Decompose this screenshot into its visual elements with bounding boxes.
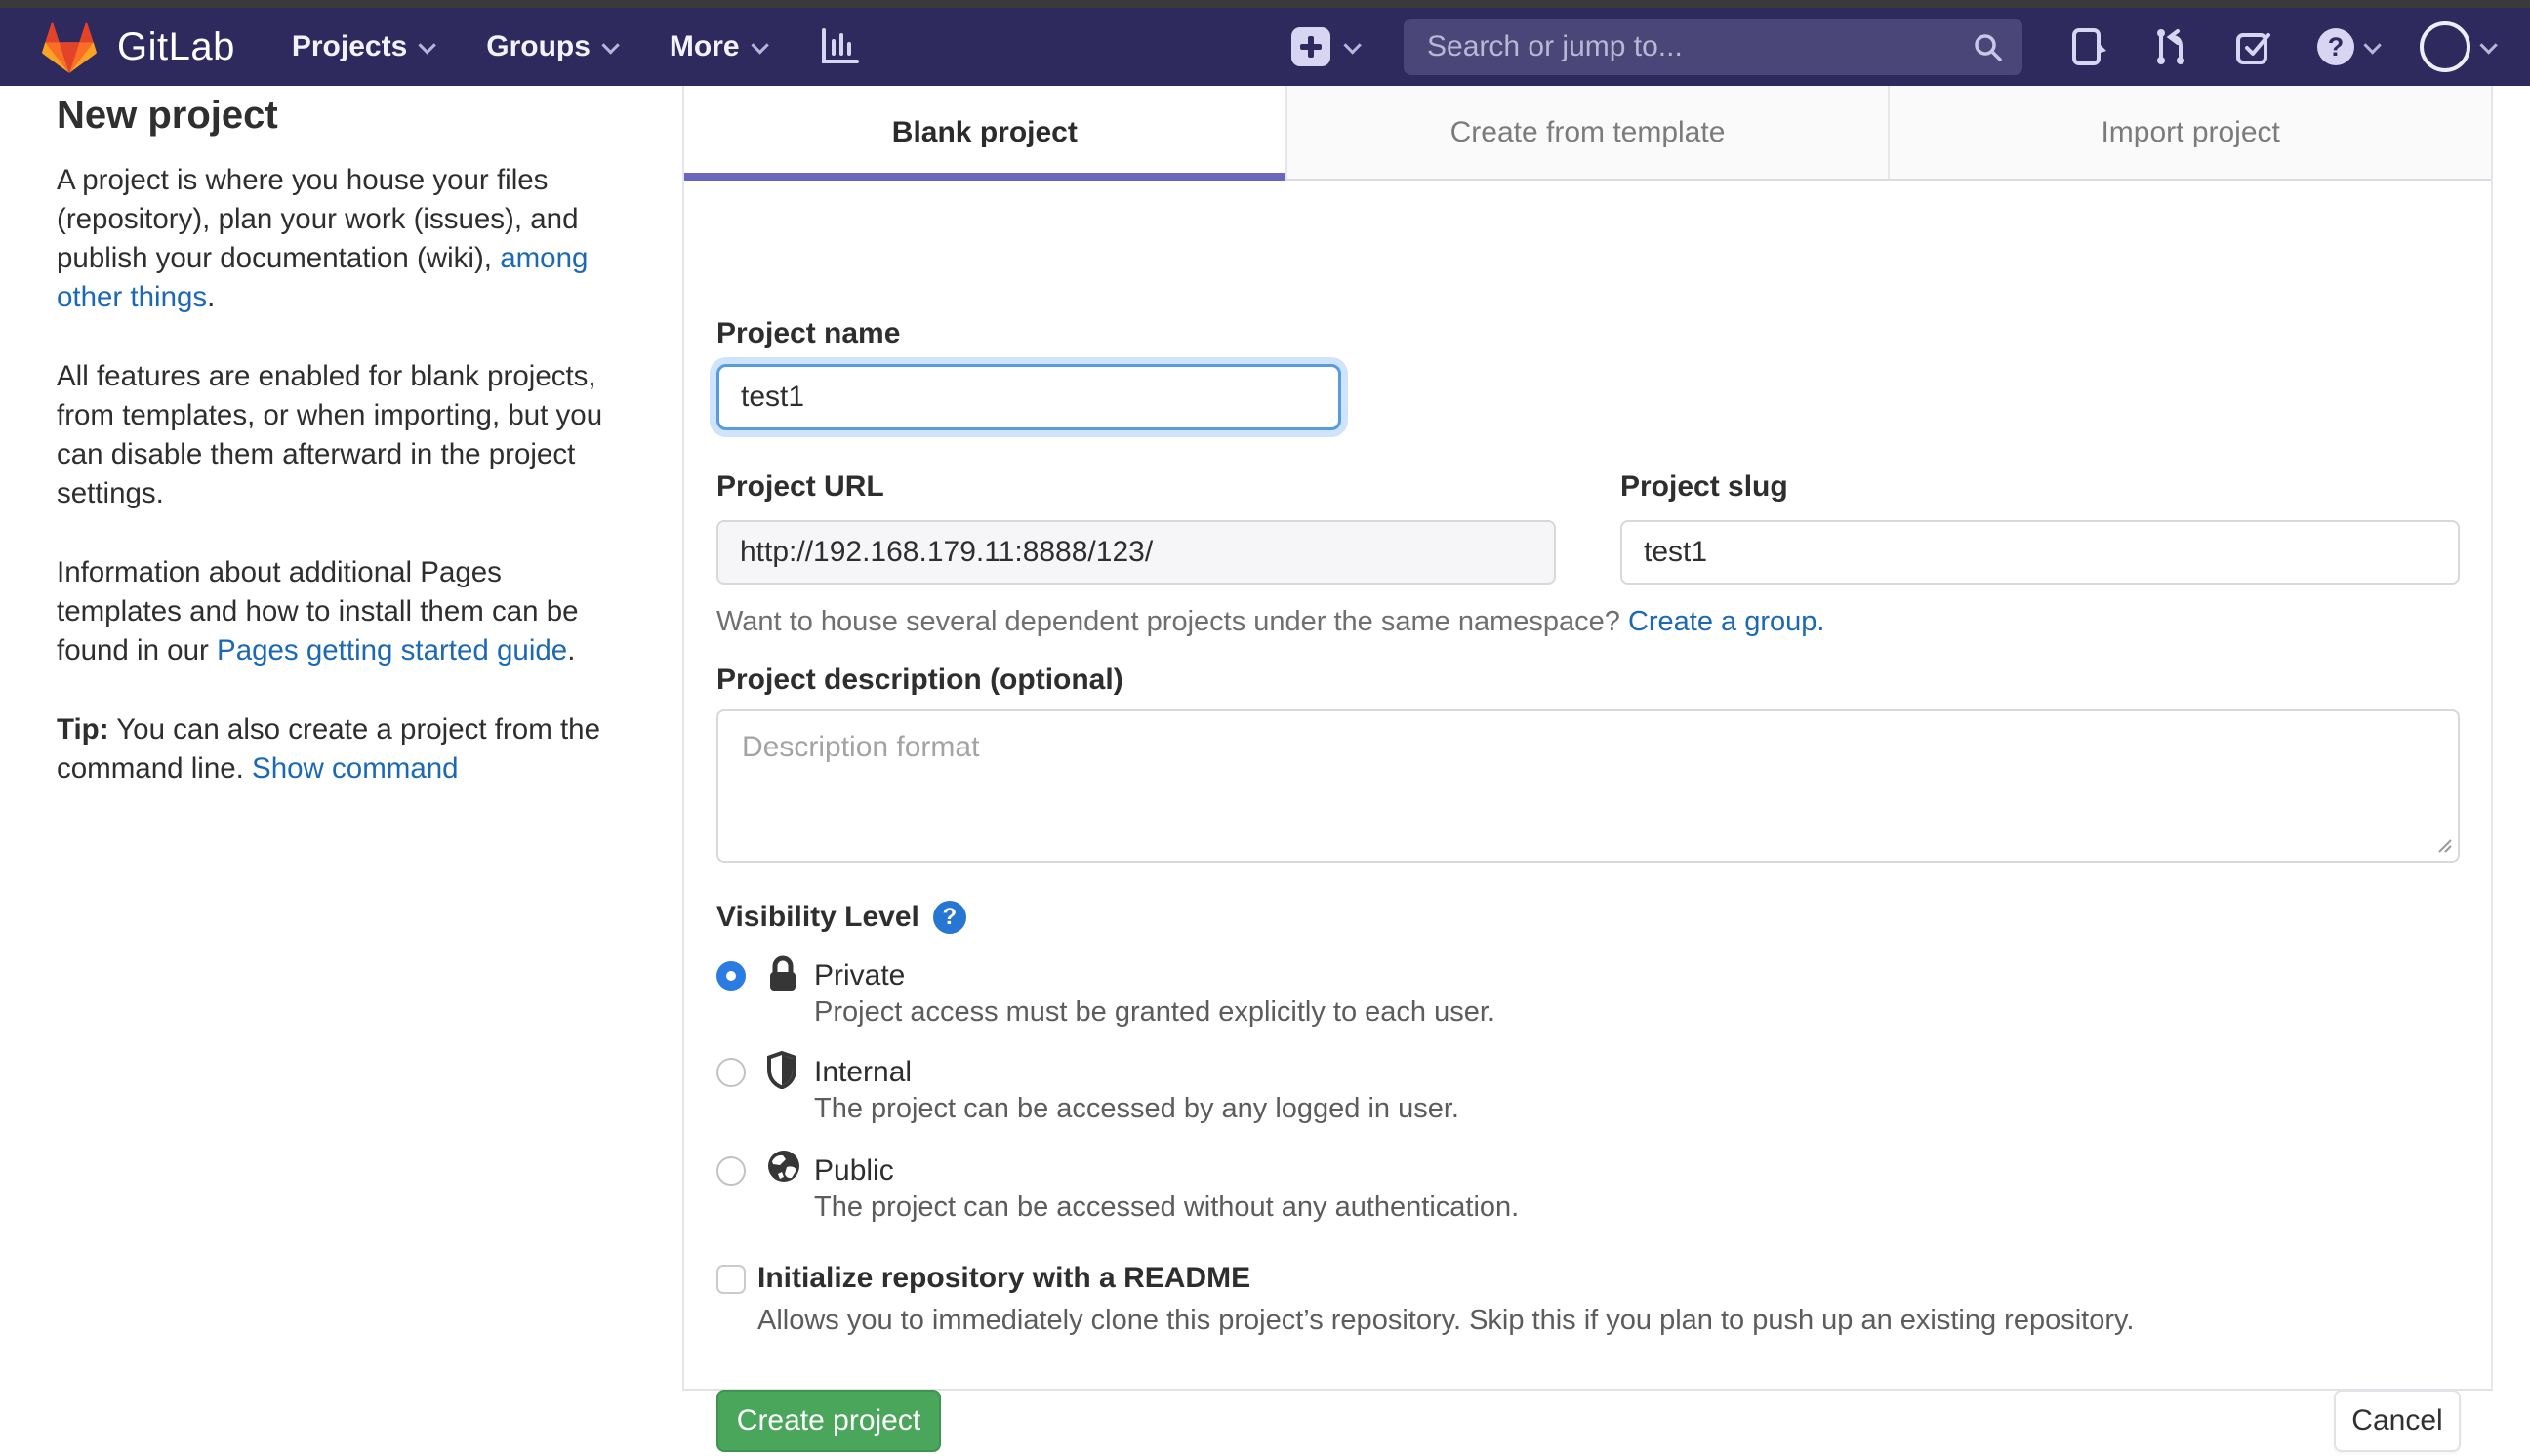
avatar <box>2420 21 2470 72</box>
tab-label: Import project <box>2101 115 2280 148</box>
tab-label: Create from template <box>1449 115 1726 148</box>
show-command-link[interactable]: Show command <box>252 752 459 785</box>
blank-project-form: Project name Project URL Project slug Wa… <box>684 181 2491 1452</box>
visibility-help-icon[interactable]: ? <box>932 901 966 934</box>
nav-groups[interactable]: Groups <box>486 30 620 63</box>
namespace-hint: Want to house several dependent projects… <box>716 606 1824 638</box>
readme-label: Initialize repository with a README <box>757 1262 1251 1294</box>
plus-square-icon <box>1291 27 1330 66</box>
nav-groups-label: Groups <box>486 30 591 62</box>
sidebar-paragraph: All features are enabled for blank proje… <box>57 360 603 509</box>
readme-checkbox[interactable] <box>716 1265 746 1294</box>
project-slug-input[interactable] <box>1620 520 2460 585</box>
gitlab-logo[interactable]: GitLab <box>39 19 235 75</box>
chevron-down-icon <box>601 35 620 55</box>
chevron-down-icon <box>2479 35 2498 55</box>
readme-description: Allows you to immediately clone this pro… <box>757 1305 2135 1336</box>
pages-guide-link[interactable]: Pages getting started guide <box>217 634 567 667</box>
lock-icon <box>766 955 799 999</box>
chevron-down-icon <box>1343 35 1362 55</box>
project-name-label: Project name <box>716 317 901 349</box>
issues-icon[interactable] <box>2069 25 2108 68</box>
top-navbar: GitLab Projects Groups More Search or ju… <box>0 8 2530 86</box>
radio-internal[interactable] <box>716 1058 746 1087</box>
visibility-level-label: Visibility Level <box>716 901 919 933</box>
radio-public[interactable] <box>716 1156 746 1186</box>
help-menu[interactable]: ? <box>2317 28 2382 65</box>
project-type-tabs: Blank project Create from template Impor… <box>684 86 2492 181</box>
nav-projects[interactable]: Projects <box>291 30 437 63</box>
radio-private[interactable] <box>716 961 746 991</box>
nav-more[interactable]: More <box>669 30 769 63</box>
visibility-level-row: Visibility Level ? <box>716 901 966 934</box>
tip-label: Tip: <box>57 713 109 746</box>
search-input[interactable] <box>1404 19 2022 75</box>
gitlab-wordmark: GitLab <box>117 24 235 68</box>
create-project-button[interactable]: Create project <box>716 1390 941 1452</box>
window-top-strip <box>0 0 2530 8</box>
visibility-option-name: Public <box>814 1154 894 1187</box>
paragraph-text: . <box>207 281 216 313</box>
page-title: New project <box>57 94 278 137</box>
tab-blank-project[interactable]: Blank project <box>684 86 1285 181</box>
shield-icon <box>766 1050 797 1094</box>
project-url-input[interactable] <box>716 520 1556 585</box>
nav-more-label: More <box>669 30 740 62</box>
chevron-down-icon <box>751 35 769 55</box>
sidebar-tip: Tip: You can also create a project from … <box>57 710 625 789</box>
project-url-label: Project URL <box>716 470 884 503</box>
visibility-option-name: Private <box>814 959 906 991</box>
nav-projects-label: Projects <box>291 30 408 62</box>
project-name-input[interactable] <box>716 364 1341 430</box>
globe-icon <box>766 1149 801 1189</box>
visibility-option-name: Internal <box>814 1056 913 1088</box>
help-icon: ? <box>2317 28 2354 65</box>
sidebar-paragraph: A project is where you house your files … <box>57 161 625 317</box>
project-description-textarea[interactable] <box>716 709 2460 863</box>
sidebar-paragraph: Information about additional Pages templ… <box>57 553 625 670</box>
search-icon <box>1975 34 2002 61</box>
navbar-right: ? <box>1291 19 2498 75</box>
tab-label: Blank project <box>891 115 1078 148</box>
tab-create-from-template[interactable]: Create from template <box>1285 86 1889 179</box>
hint-text: Want to house several dependent projects… <box>716 606 1628 637</box>
merge-requests-icon[interactable] <box>2151 25 2190 68</box>
create-group-link[interactable]: Create a group. <box>1628 606 1825 637</box>
chevron-down-icon <box>418 35 437 55</box>
paragraph-text: . <box>567 634 576 667</box>
user-menu[interactable] <box>2420 21 2498 72</box>
page-sidebar: New project A project is where you house… <box>0 86 682 789</box>
primary-nav: Projects Groups More <box>292 27 860 66</box>
gitlab-tanuki-icon <box>42 22 97 73</box>
todos-icon[interactable] <box>2233 26 2274 67</box>
new-project-panel: Blank project Create from template Impor… <box>682 86 2493 1452</box>
cancel-button[interactable]: Cancel <box>2334 1390 2461 1452</box>
visibility-option-description: The project can be accessed without any … <box>814 1192 1520 1223</box>
new-dropdown[interactable] <box>1291 27 1362 66</box>
project-description-label: Project description (optional) <box>716 664 1123 696</box>
tab-import-project[interactable]: Import project <box>1888 86 2492 179</box>
chevron-down-icon <box>2363 35 2382 55</box>
charts-icon[interactable] <box>819 27 860 66</box>
project-slug-label: Project slug <box>1620 470 1788 503</box>
global-search <box>1404 19 2022 75</box>
visibility-option-description: The project can be accessed by any logge… <box>814 1093 1459 1124</box>
visibility-option-description: Project access must be granted explicitl… <box>814 996 1495 1028</box>
